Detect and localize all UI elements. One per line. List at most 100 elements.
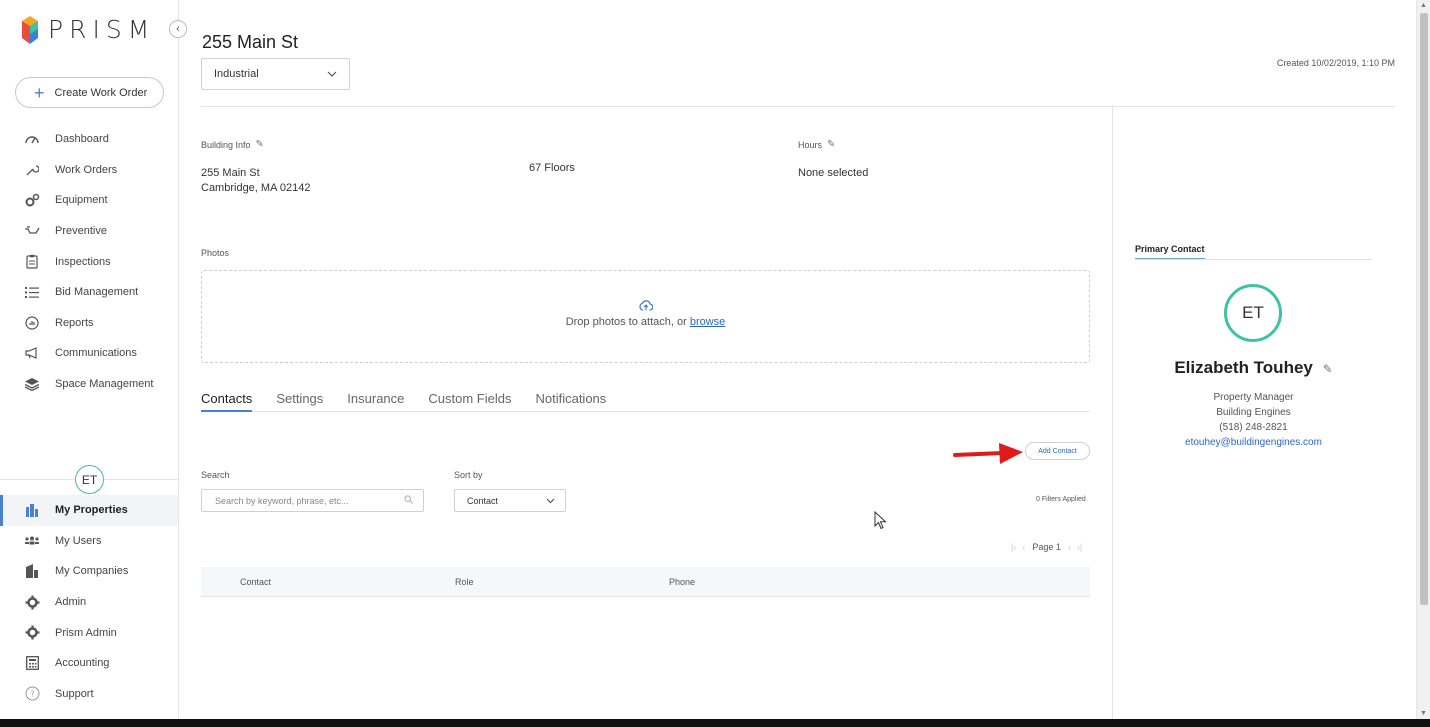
nav-label: Work Orders — [55, 163, 118, 176]
primary-contact-avatar: ET — [1224, 284, 1282, 342]
chevron-down-icon — [546, 496, 555, 506]
prism-logo[interactable]: PRISM — [22, 15, 155, 44]
scroll-thumb[interactable] — [1420, 13, 1428, 605]
tab-settings[interactable]: Settings — [276, 386, 323, 412]
clipboard-icon — [24, 254, 40, 270]
company-icon — [24, 563, 40, 579]
pagination: |‹ ‹ Page 1 › ›| — [1008, 542, 1085, 552]
nav-my-companies[interactable]: My Companies — [0, 556, 178, 587]
nav-work-orders[interactable]: Work Orders — [0, 155, 178, 186]
nav-admin[interactable]: Admin — [0, 587, 178, 618]
tab-custom-fields[interactable]: Custom Fields — [428, 386, 511, 412]
create-work-order-button[interactable]: + Create Work Order — [15, 77, 164, 108]
tab-bar: Contacts Settings Insurance Custom Field… — [201, 386, 1090, 412]
primary-contact-label: Primary Contact — [1135, 244, 1205, 260]
nav-label: Prism Admin — [55, 626, 117, 639]
primary-contact-company: Building Engines — [1216, 407, 1291, 418]
collapse-sidebar-button[interactable]: ‹ — [169, 20, 187, 38]
nav-label: Accounting — [55, 657, 110, 670]
nav-reports[interactable]: Reports — [0, 308, 178, 339]
filters-applied: 0 Filters Applied — [1036, 496, 1086, 503]
nav-label: Communications — [55, 347, 137, 360]
search-icon — [404, 495, 413, 506]
bottom-nav: My Properties My Users My Companies Admi… — [0, 495, 178, 709]
hours-text: Hours — [798, 139, 823, 150]
user-avatar[interactable]: ET — [75, 465, 104, 494]
search-placeholder: Search by keyword, phrase, etc... — [215, 495, 349, 506]
column-phone[interactable]: Phone — [669, 577, 695, 587]
edit-icon[interactable]: ✎ — [827, 139, 835, 150]
building-info-label: Building Info ✎ — [201, 139, 264, 150]
nav-preventive[interactable]: Preventive — [0, 216, 178, 247]
chart-icon — [24, 315, 40, 331]
nav-my-users[interactable]: My Users — [0, 526, 178, 557]
add-contact-button[interactable]: Add Contact — [1025, 442, 1090, 460]
primary-contact-role: Property Manager — [1213, 392, 1294, 403]
nav-label: Space Management — [55, 378, 154, 391]
nav-equipment[interactable]: Equipment — [0, 185, 178, 216]
nav-label: Dashboard — [55, 133, 109, 146]
svg-text:?: ? — [30, 690, 34, 699]
primary-contact-divider — [1135, 259, 1372, 260]
layers-icon — [24, 376, 40, 392]
nav-space-management[interactable]: Space Management — [0, 369, 178, 400]
photo-dropzone[interactable]: Drop photos to attach, or browse — [201, 270, 1090, 363]
red-arrow-annotation — [953, 443, 1023, 464]
search-label: Search — [201, 470, 230, 480]
nav-dashboard[interactable]: Dashboard — [0, 124, 178, 155]
nav-support[interactable]: ? Support — [0, 679, 178, 710]
tab-insurance[interactable]: Insurance — [347, 386, 404, 412]
contacts-table-header: Contact Role Phone — [201, 567, 1090, 597]
tab-notifications[interactable]: Notifications — [535, 386, 606, 412]
page-scrollbar[interactable]: ▲ ▼ — [1416, 0, 1430, 719]
oil-can-icon — [24, 223, 40, 239]
created-timestamp: Created 10/02/2019, 1:10 PM — [1276, 58, 1395, 68]
contacts-search-input[interactable]: Search by keyword, phrase, etc... — [201, 489, 424, 512]
nav-inspections[interactable]: Inspections — [0, 246, 178, 277]
sort-label: Sort by — [454, 470, 483, 480]
primary-contact-email[interactable]: etouhey@buildingengines.com — [1135, 435, 1372, 450]
address: 255 Main St Cambridge, MA 02142 — [201, 166, 310, 196]
chevron-left-icon: ‹ — [176, 23, 180, 35]
gears-icon — [24, 192, 40, 208]
primary-contact-name-row: Elizabeth Touhey ✎ — [1135, 358, 1372, 378]
nav-prism-admin[interactable]: Prism Admin — [0, 617, 178, 648]
cloud-upload-icon — [202, 299, 1089, 314]
nav-communications[interactable]: Communications — [0, 338, 178, 369]
taskbar-strip — [0, 719, 1430, 727]
gear-icon — [24, 594, 40, 610]
column-role[interactable]: Role — [455, 577, 474, 587]
megaphone-icon — [24, 345, 40, 361]
last-page-icon[interactable]: ›| — [1077, 542, 1082, 552]
edit-icon[interactable]: ✎ — [1323, 362, 1333, 376]
nav-label: Inspections — [55, 255, 111, 268]
nav-label: My Companies — [55, 565, 129, 578]
tab-contacts[interactable]: Contacts — [201, 386, 253, 412]
nav-accounting[interactable]: Accounting — [0, 648, 178, 679]
nav-bid-management[interactable]: Bid Management — [0, 277, 178, 308]
scroll-down-icon[interactable]: ▼ — [1420, 710, 1427, 717]
address-line2: Cambridge, MA 02142 — [201, 182, 311, 194]
gauge-icon — [24, 131, 40, 147]
property-type-select[interactable]: Industrial — [201, 58, 350, 90]
create-work-order-label: Create Work Order — [54, 86, 148, 99]
logo-text: PRISM — [48, 15, 156, 44]
first-page-icon[interactable]: |‹ — [1011, 542, 1016, 552]
column-contact[interactable]: Contact — [240, 577, 271, 587]
buildings-icon — [24, 502, 40, 518]
dropzone-text: Drop photos to attach, or browse — [202, 316, 1089, 328]
calculator-icon — [24, 655, 40, 671]
primary-contact-details: Property Manager Building Engines (518) … — [1135, 390, 1372, 450]
sort-by-select[interactable]: Contact — [454, 489, 566, 512]
scroll-up-icon[interactable]: ▲ — [1420, 2, 1427, 9]
building-info-text: Building Info — [201, 139, 251, 150]
photos-label: Photos — [201, 248, 230, 258]
nav-label: My Properties — [55, 504, 128, 517]
browse-link[interactable]: browse — [690, 316, 725, 328]
next-page-icon[interactable]: › — [1068, 542, 1071, 552]
nav-my-properties[interactable]: My Properties — [0, 495, 178, 526]
hours-value: None selected — [798, 167, 869, 179]
prev-page-icon[interactable]: ‹ — [1022, 542, 1025, 552]
nav-label: Preventive — [55, 225, 107, 238]
edit-icon[interactable]: ✎ — [256, 139, 264, 150]
